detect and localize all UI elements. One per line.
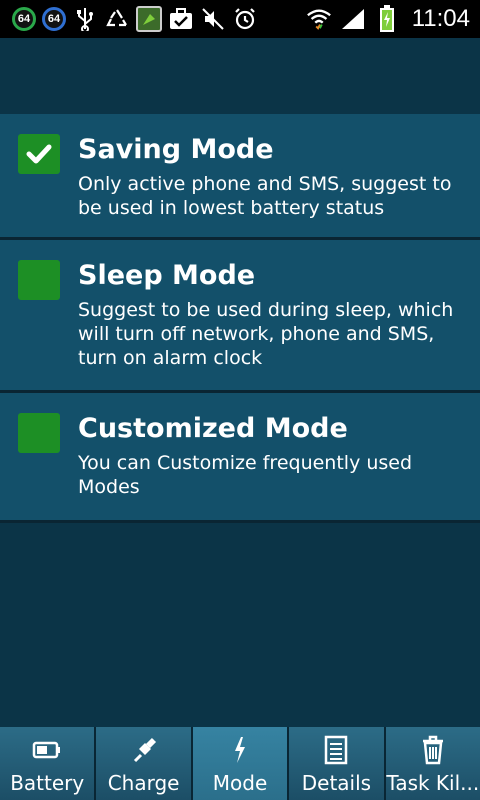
tab-details[interactable]: Details — [289, 727, 386, 800]
mode-list: Saving Mode Only active phone and SMS, s… — [0, 114, 480, 523]
mode-title: Saving Mode — [78, 134, 274, 165]
mode-title: Sleep Mode — [78, 260, 256, 291]
status-bar: 64 64 11:04 — [0, 0, 480, 38]
plug-icon — [129, 735, 159, 765]
battery-charging-icon — [374, 5, 400, 32]
tab-mode[interactable]: Mode — [192, 727, 290, 800]
tab-label: Task Kil... — [386, 771, 480, 795]
briefcase-check-icon — [168, 6, 194, 32]
tab-label: Charge — [107, 771, 180, 795]
tab-task-killer[interactable]: Task Kil... — [385, 727, 480, 800]
mode-item-saving[interactable]: Saving Mode Only active phone and SMS, s… — [0, 114, 480, 240]
bottom-tab-bar: Battery Charge Mode Details Task Kil... — [0, 727, 480, 800]
document-icon — [324, 735, 348, 765]
trash-icon — [420, 735, 446, 765]
clock: 11:04 — [411, 5, 470, 32]
mode-description: Suggest to be used during sleep, which w… — [78, 299, 454, 369]
sleep-mode-checkbox[interactable] — [18, 260, 60, 300]
lightning-icon — [229, 735, 251, 765]
saving-mode-checkbox[interactable] — [18, 134, 60, 174]
mode-item-sleep[interactable]: Sleep Mode Suggest to be used during sle… — [0, 240, 480, 393]
mode-description: You can Customize frequently used Modes — [78, 452, 413, 498]
badge-64-green: 64 — [12, 7, 36, 31]
tab-label: Details — [301, 771, 372, 795]
tab-label: Battery — [10, 771, 85, 795]
recycle-icon — [104, 6, 130, 32]
tab-charge[interactable]: Charge — [96, 727, 193, 800]
app-icon — [136, 6, 162, 32]
battery-icon — [32, 735, 62, 765]
customized-mode-checkbox[interactable] — [18, 413, 60, 453]
wifi-icon — [306, 6, 332, 32]
check-icon — [26, 144, 52, 164]
usb-icon — [72, 6, 98, 32]
tab-battery[interactable]: Battery — [0, 727, 97, 800]
badge-64-blue: 64 — [42, 7, 66, 31]
alarm-icon — [232, 6, 258, 32]
mode-item-customized[interactable]: Customized Mode You can Customize freque… — [0, 393, 480, 523]
signal-icon — [340, 6, 366, 32]
tab-label: Mode — [212, 771, 268, 795]
mute-icon — [200, 6, 226, 32]
mode-title: Customized Mode — [78, 413, 348, 444]
mode-description: Only active phone and SMS, suggest to be… — [78, 173, 452, 219]
